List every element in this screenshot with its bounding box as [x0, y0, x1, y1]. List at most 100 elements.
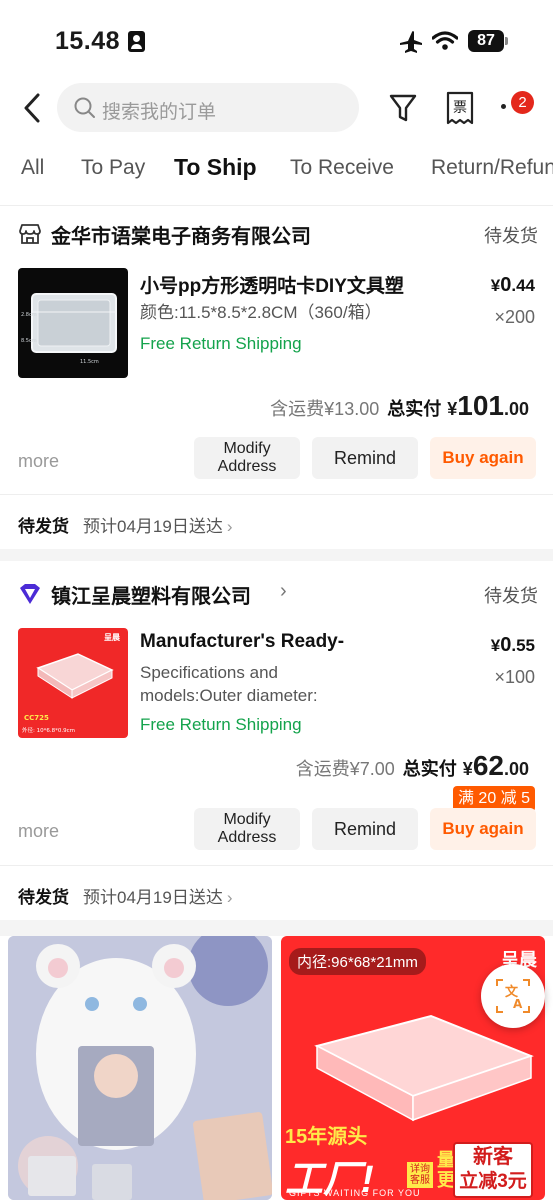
store-name: 金华市语棠电子商务有限公司 [51, 226, 311, 248]
price-currency: ¥ [490, 276, 501, 295]
product-spec: 颜色:11.5*8.5*2.8CM（360/箱） [140, 303, 382, 322]
chevron-right-icon: › [226, 517, 233, 536]
store-name: 镇江呈晨塑料有限公司 [51, 586, 251, 608]
order-totals: 含运费¥13.00 总实付 ¥101.00 [270, 390, 529, 422]
tab-return-refund[interactable]: Return/Refund [431, 156, 553, 180]
order-card: 镇江呈晨塑料有限公司 › 待发货 呈晨 CC725 外径: 10*6.8*0.9… [0, 578, 553, 918]
price-integer: 0 [500, 274, 512, 296]
brand-store-icon [20, 584, 40, 604]
product-thumbnail[interactable]: 2.8cm 8.5cm 11.5cm [18, 268, 128, 378]
tab-to-ship[interactable]: To Ship [174, 154, 257, 181]
more-menu-button[interactable] [501, 104, 506, 109]
order-totals: 含运费¥7.00 总实付 ¥62.00 [296, 750, 529, 782]
thumb-dim-depth: 8.5cm [21, 338, 37, 344]
svg-text:A: A [513, 997, 523, 1011]
shipping-fee: 含运费¥7.00 [295, 759, 395, 779]
total-currency: ¥ [447, 399, 458, 419]
clear-box-image: 2.8cm 8.5cm 11.5cm [21, 293, 117, 365]
price-integer: 0 [500, 634, 512, 656]
plush-photocard-holder-image [8, 936, 272, 1200]
tab-to-pay[interactable]: To Pay [81, 156, 145, 180]
shipping-estimate-row[interactable]: 待发货 预计04月19日送达 › [18, 883, 233, 908]
filter-icon[interactable] [388, 92, 418, 124]
unit-price: ¥0.55 [491, 634, 535, 657]
modify-address-button[interactable]: Modify Address [194, 437, 300, 479]
status-bar: 15.48 87 [0, 0, 553, 80]
quantity: ×200 [494, 307, 535, 327]
tab-all[interactable]: All [21, 156, 44, 180]
free-return-label: Free Return Shipping [140, 334, 302, 353]
thumb-brand: 呈晨 [104, 632, 121, 642]
search-icon [74, 97, 95, 118]
invoice-icon[interactable]: 票 [445, 90, 475, 126]
gift-banner-text: GIFTS WAITING FOR YOU [289, 1188, 421, 1198]
free-return-label: Free Return Shipping [140, 715, 302, 734]
header: 搜索我的订单 票 2 [0, 80, 553, 136]
delivery-estimate: 预计04月19日送达 [83, 517, 223, 536]
order-divider [0, 494, 553, 495]
wifi-icon [432, 31, 458, 50]
product-thumbnail[interactable]: 呈晨 CC725 外径: 10*6.8*0.9cm [18, 628, 128, 738]
clear-box-image: 呈晨 CC725 外径: 10*6.8*0.9cm [22, 632, 121, 734]
status-time: 15.48 [55, 27, 121, 55]
svg-text:票: 票 [453, 100, 467, 116]
battery-nub [505, 37, 508, 45]
recommended-product-card[interactable] [8, 936, 272, 1200]
order-divider [0, 865, 553, 866]
price-currency: ¥ [490, 636, 501, 655]
total-currency: ¥ [462, 759, 473, 779]
total-decimal: .00 [503, 399, 529, 419]
more-link[interactable]: more [18, 821, 59, 842]
product-title[interactable]: 小号pp方形透明咕卡DIY文具塑 [140, 271, 404, 298]
shipping-estimate-row[interactable]: 待发货 预计04月19日送达 › [18, 512, 233, 537]
translate-button[interactable]: 文 A [481, 964, 545, 1028]
quantity: ×100 [494, 667, 535, 687]
price-decimal: .44 [511, 276, 535, 295]
airplane-icon [400, 31, 422, 53]
total-integer: 62 [472, 750, 504, 781]
search-input[interactable]: 搜索我的订单 [57, 83, 359, 132]
thumb-dim-height: 2.8cm [21, 312, 37, 318]
shipping-status-label: 待发货 [18, 888, 69, 907]
total-decimal: .00 [503, 759, 529, 779]
inner-diameter-label: 内径:96*68*21mm [289, 948, 426, 975]
more-link[interactable]: more [18, 451, 59, 472]
coupon-line2: 立减3元 [459, 1171, 527, 1192]
store-row[interactable]: 镇江呈晨塑料有限公司 › 待发货 [18, 578, 538, 610]
order-status: 待发货 [484, 586, 538, 606]
thumb-size: 外径: 10*6.8*0.9cm [22, 726, 75, 734]
total-label: 总实付 [387, 399, 442, 419]
thumb-dim-width: 11.5cm [80, 359, 99, 365]
ad-slogan: 15年源头 [285, 1126, 368, 1148]
notification-badge: 2 [511, 91, 534, 114]
focus-person-icon [128, 31, 145, 52]
unit-price: ¥0.44 [491, 274, 535, 297]
order-tabs: All To Pay To Ship To Receive Return/Ref… [0, 148, 553, 192]
remind-button[interactable]: Remind [312, 808, 418, 850]
order-status: 待发货 [484, 226, 538, 246]
tab-divider [0, 205, 553, 206]
total-integer: 101 [457, 390, 504, 421]
section-gap [0, 549, 553, 561]
section-gap [0, 920, 553, 936]
delivery-estimate: 预计04月19日送达 [83, 888, 223, 907]
coupon-line1: 新客 [473, 1146, 513, 1168]
remind-button[interactable]: Remind [312, 437, 418, 479]
ad-service-tag: 详询客服 [407, 1162, 433, 1188]
product-title[interactable]: Manufacturer's Ready- [140, 631, 344, 653]
total-label: 总实付 [402, 759, 457, 779]
thumb-code: CC725 [24, 714, 49, 722]
store-icon [19, 224, 41, 244]
shipping-status-label: 待发货 [18, 517, 69, 536]
back-arrow-icon[interactable] [18, 92, 48, 124]
store-row[interactable]: 金华市语棠电子商务有限公司 待发货 [18, 218, 538, 250]
battery-indicator: 87 [468, 30, 504, 52]
price-decimal: .55 [511, 636, 535, 655]
buy-again-button[interactable]: Buy again [430, 808, 536, 850]
order-card: 金华市语棠电子商务有限公司 待发货 2.8cm 8.5cm 11.5cm 小号p… [0, 218, 553, 548]
search-placeholder: 搜索我的订单 [102, 102, 217, 123]
modify-address-button[interactable]: Modify Address [194, 808, 300, 850]
chevron-right-icon: › [280, 580, 287, 602]
tab-to-receive[interactable]: To Receive [290, 156, 394, 180]
buy-again-button[interactable]: Buy again [430, 437, 536, 479]
